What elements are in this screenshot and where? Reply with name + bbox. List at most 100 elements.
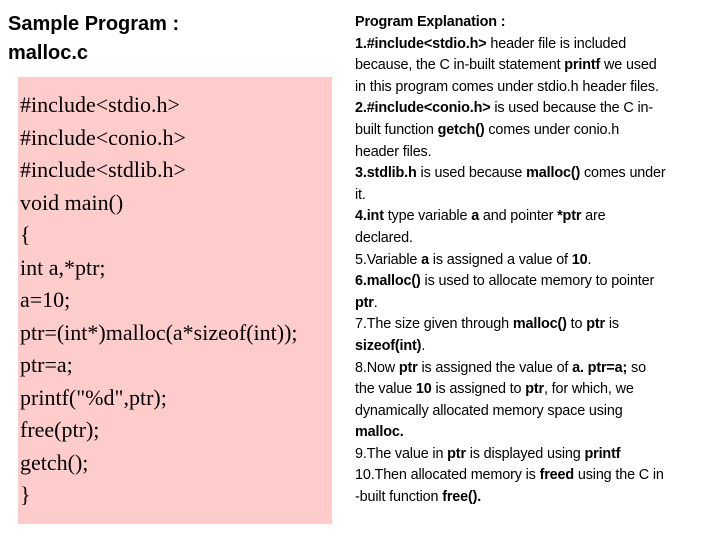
code-line: void main()	[20, 189, 124, 215]
explanation-text-run: dynamically allocated memory space using	[355, 402, 623, 419]
explanation-text-run: is used to allocate memory to pointer	[420, 273, 655, 290]
explanation-bold-run: a	[421, 251, 429, 268]
explanation-text-run: and pointer	[479, 208, 558, 225]
code-listing: #include<stdio.h> #include<conio.h> #inc…	[18, 77, 332, 524]
explanation-text-run: 9.The value in	[355, 445, 448, 462]
code-line: #include<stdio.h>	[20, 92, 180, 117]
code-line: }	[20, 482, 31, 507]
explanation-text-run: is used because the C in-	[490, 100, 653, 117]
explanation-text-run: , for which, we	[543, 381, 634, 398]
explanation-line: declared.	[355, 228, 720, 250]
explanation-line: 1.#include<stdio.h> header file is inclu…	[355, 34, 720, 56]
explanation-line: 3.stdlib.h is used because malloc() come…	[355, 163, 720, 185]
explanation-line: because, the C in-built statement printf…	[355, 55, 720, 77]
explanation-bold-run: printf	[564, 57, 601, 74]
explanation-line: it.	[355, 185, 720, 207]
slide-title-line-1: Sample Program :	[8, 13, 180, 35]
explanation-text-run: because, the C in-built statement	[355, 57, 565, 74]
explanation-heading: Program Explanation :	[355, 12, 720, 34]
code-line: getch();	[20, 449, 89, 475]
explanation-text-run: comes under conio.h	[484, 121, 620, 138]
explanation-text-run: 10.Then allocated memory is	[355, 467, 540, 484]
explanation-bold-run: 6.malloc()	[355, 273, 421, 290]
explanation-line: 9.The value in ptr is displayed using pr…	[355, 444, 720, 466]
explanation-line: 6.malloc() is used to allocate memory to…	[355, 271, 720, 293]
code-line: {	[20, 222, 31, 247]
explanation-line: dynamically allocated memory space using	[355, 401, 720, 423]
explanation-line: sizeof(int).	[355, 336, 720, 358]
explanation-bold-run: freed	[539, 467, 575, 484]
explanation-text-run: type variable	[383, 208, 472, 225]
explanation-text-run: using the C in	[574, 467, 664, 484]
explanation-line: the value 10 is assigned to ptr, for whi…	[355, 379, 720, 401]
explanation-bold-run: free().	[442, 489, 482, 506]
explanation-text-run: .	[587, 251, 592, 268]
explanation-text-run: the value	[355, 381, 416, 398]
explanation-line: -built function free().	[355, 487, 720, 509]
explanation-bold-run: getch()	[437, 121, 485, 138]
explanation-text-run: 5.Variable	[355, 251, 422, 268]
explanation-bold-run: malloc()	[526, 165, 581, 182]
code-line: ptr=a;	[20, 352, 73, 377]
explanation-bold-run: 10	[571, 251, 588, 268]
explanation-bold-run: ptr	[398, 359, 418, 376]
slide-title-line-2: malloc.c	[8, 42, 89, 64]
explanation-text-run: is	[604, 316, 619, 333]
explanation-text-run: to	[566, 316, 587, 333]
explanation-text-run: we used	[600, 57, 657, 74]
explanation-line: 2.#include<conio.h> is used because the …	[355, 98, 720, 120]
explanation-text-run: is assigned the value of	[417, 359, 573, 376]
code-line: free(ptr);	[20, 417, 100, 442]
explanation-text-run: declared.	[355, 229, 413, 246]
explanation-bold-run: 1.#include<stdio.h>	[355, 35, 487, 52]
explanation-bold-run: malloc.	[355, 424, 404, 441]
code-line: #include<stdlib.h>	[20, 157, 186, 182]
explanation-bold-run: a	[471, 208, 480, 225]
explanation-bold-run: 4.int	[355, 208, 384, 225]
explanation-line: header files.	[355, 142, 720, 164]
program-explanation: Program Explanation : 1.#include<stdio.h…	[355, 12, 720, 509]
explanation-bold-run: ptr	[355, 294, 374, 311]
explanation-bold-run: a. ptr=a;	[572, 359, 628, 376]
explanation-bold-run: ptr	[525, 381, 544, 398]
explanation-text-run: 7.The size given through	[355, 316, 513, 333]
explanation-line: built function getch() comes under conio…	[355, 120, 720, 142]
explanation-line: ptr.	[355, 293, 720, 315]
explanation-line: 10.Then allocated memory is freed using …	[355, 465, 720, 487]
code-line: ptr=(int*)malloc(a*sizeof(int));	[20, 319, 298, 345]
explanation-text-run: are	[581, 208, 606, 225]
explanation-bold-run: 10	[415, 381, 432, 398]
explanation-text-run: 8.Now	[355, 359, 399, 376]
explanation-line: in this program comes under stdio.h head…	[355, 77, 720, 99]
explanation-text-run: is assigned a value of	[428, 251, 572, 268]
explanation-bold-run: 2.#include<conio.h>	[355, 100, 491, 117]
explanation-bold-run: malloc()	[512, 316, 567, 333]
explanation-line: 5.Variable a is assigned a value of 10.	[355, 250, 720, 272]
explanation-bold-run: sizeof(int)	[355, 337, 422, 354]
explanation-text-run: is assigned to	[431, 381, 526, 398]
explanation-text-run: header files.	[355, 143, 432, 160]
explanation-text-run: is displayed using	[465, 445, 585, 462]
slide-title: Sample Program : malloc.c	[8, 10, 179, 68]
explanation-text-run: comes under	[580, 165, 666, 182]
explanation-line: malloc.	[355, 422, 720, 444]
explanation-line: 4.int type variable a and pointer *ptr a…	[355, 206, 720, 228]
explanation-text-run: .	[373, 294, 378, 311]
explanation-line: 7.The size given through malloc() to ptr…	[355, 314, 720, 336]
explanation-bold-run: ptr	[447, 445, 466, 462]
explanation-text-run: in this program comes under stdio.h head…	[355, 78, 659, 95]
explanation-bold-run: ptr	[586, 316, 605, 333]
explanation-line: 8.Now ptr is assigned the value of a. pt…	[355, 358, 720, 380]
explanation-bold-run: 3.stdlib.h	[355, 165, 417, 182]
explanation-text-run: header file is included	[486, 35, 627, 52]
explanation-text-run: it.	[355, 186, 366, 203]
explanation-text-run: is used because	[416, 165, 527, 182]
explanation-text-run: built function	[355, 121, 438, 138]
code-line: #include<conio.h>	[20, 124, 186, 150]
code-line: printf("%d",ptr);	[20, 384, 167, 410]
explanation-bold-run: printf	[584, 445, 621, 462]
explanation-bold-run: *ptr	[557, 208, 582, 225]
explanation-text-run: .	[421, 337, 426, 354]
explanation-text-run: -built function	[355, 489, 443, 506]
code-line: a=10;	[20, 287, 71, 312]
